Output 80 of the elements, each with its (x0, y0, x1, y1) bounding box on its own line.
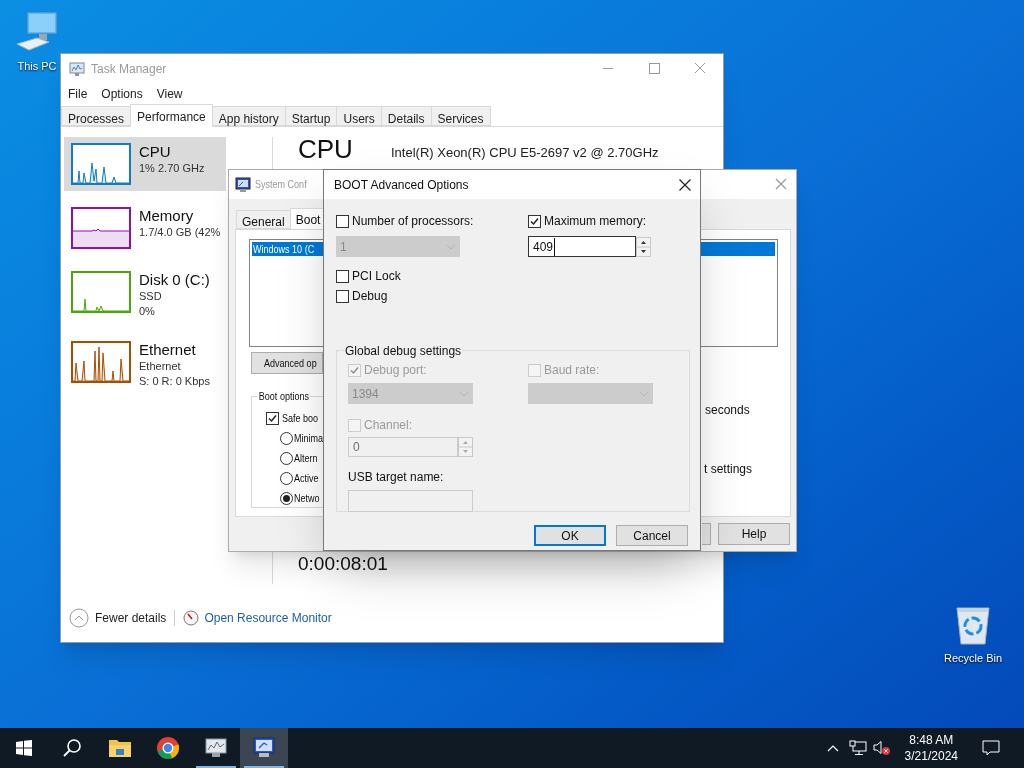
checkbox-label: PCI Lock (352, 269, 401, 283)
fewer-details-link[interactable]: Fewer details (95, 609, 167, 627)
help-button[interactable]: Help (718, 523, 790, 545)
tab[interactable]: Services (430, 106, 491, 126)
resource-item[interactable]: Memory 1.7/4.0 GB (42% (64, 201, 226, 255)
advanced-options-button[interactable]: Advanced op (251, 352, 323, 374)
dialog-button[interactable]: OK (534, 525, 606, 546)
tab[interactable]: Performance (130, 104, 213, 127)
processor-name: Intel(R) Xeon(R) CPU E5-2697 v2 @ 2.70GHz (391, 144, 659, 162)
resource-detail: 1% 2.70 GHz (139, 161, 205, 176)
desktop-icon-label[interactable]: Recycle Bin (943, 650, 1003, 667)
field-label: USB target name: (348, 469, 445, 486)
app-icon (235, 176, 251, 193)
heading: CPU (298, 135, 353, 163)
dialog-button[interactable]: Cancel (616, 525, 688, 546)
dialog-title: BOOT Advanced Options (334, 176, 469, 194)
resource-detail: 0% (139, 304, 156, 319)
window-title: Task Manager (91, 60, 167, 78)
resource-detail: S: 0 R: 0 Kbps (139, 374, 210, 389)
monitor-chart-icon (204, 736, 228, 760)
start-button[interactable] (16, 740, 32, 756)
resource-name: Disk 0 (C:) (139, 271, 210, 289)
radio-label: Netwo (294, 491, 320, 506)
spinner-arrows-icon[interactable] (636, 236, 651, 257)
unit-label: seconds (705, 402, 750, 419)
checkbox-label: Number of processors: (352, 214, 474, 228)
gauge-icon[interactable] (183, 610, 200, 626)
checkbox-label: t settings (704, 461, 753, 478)
network-icon[interactable] (848, 740, 867, 756)
close-button[interactable] (678, 177, 692, 192)
chevron-up-icon[interactable] (826, 744, 839, 752)
radio-button[interactable] (280, 471, 293, 485)
resource-item[interactable]: CPU 1% 2.70 GHz (64, 137, 226, 191)
checkbox-label: Debug (352, 289, 388, 303)
resource-monitor-link[interactable]: Open Resource Monitor (204, 609, 332, 627)
resource-item[interactable]: Disk 0 (C:) SSD 0% (64, 265, 226, 325)
resource-detail: SSD (139, 289, 163, 304)
checkbox[interactable] (266, 411, 279, 425)
menu-item[interactable]: View (156, 85, 183, 103)
tab[interactable]: Processes (61, 106, 132, 126)
tab[interactable]: App history (211, 106, 286, 126)
tab[interactable]: Users (336, 106, 382, 126)
collapse-icon[interactable] (69, 608, 89, 628)
number-field[interactable]: 409 (528, 236, 636, 257)
radio-button[interactable] (280, 431, 293, 445)
checkbox[interactable] (528, 214, 541, 228)
resource-detail: 1.7/4.0 GB (42% (139, 225, 221, 240)
checkbox-label: Channel: (364, 418, 413, 432)
resource-name: CPU (139, 143, 172, 161)
tab[interactable]: Startup (284, 106, 338, 126)
radio-button[interactable] (280, 491, 293, 505)
checkbox[interactable] (336, 289, 349, 303)
resource-detail: Ethernet (139, 359, 182, 374)
radio-label: Minima (294, 431, 324, 446)
window-title: System Conf (255, 177, 307, 193)
checkbox-label: Debug port: (364, 363, 427, 377)
checkbox-label: Safe boo (282, 411, 319, 425)
resource-name: Memory (139, 207, 195, 225)
checkbox[interactable] (336, 269, 349, 283)
radio-label: Active (294, 471, 319, 486)
desktop-icon-label[interactable]: This PC (17, 58, 57, 75)
taskbar-button[interactable] (240, 728, 288, 768)
resource-name: Ethernet (139, 341, 197, 359)
app-icon (69, 60, 85, 77)
checkbox-label: Maximum memory: (544, 214, 646, 228)
tab[interactable]: Details (380, 106, 432, 126)
search-icon[interactable] (62, 738, 82, 758)
browser-icon (156, 736, 180, 760)
tab[interactable]: General (236, 210, 291, 229)
uptime-value: 0:00:08:01 (298, 552, 388, 576)
resource-item[interactable]: Ethernet Ethernet S: 0 R: 0 Kbps (64, 335, 226, 395)
radio-label: Altern (294, 451, 318, 466)
menu-item[interactable]: Options (101, 85, 143, 103)
radio-button[interactable] (280, 451, 293, 465)
menu-item[interactable]: File (68, 85, 88, 103)
monitor-icon (252, 736, 276, 760)
volume-muted-icon[interactable] (872, 740, 891, 756)
notification-icon[interactable] (982, 739, 1000, 757)
clock[interactable]: 8:48 AM 3/21/2024 (900, 728, 962, 768)
checkbox-label: Baud rate: (544, 363, 600, 377)
